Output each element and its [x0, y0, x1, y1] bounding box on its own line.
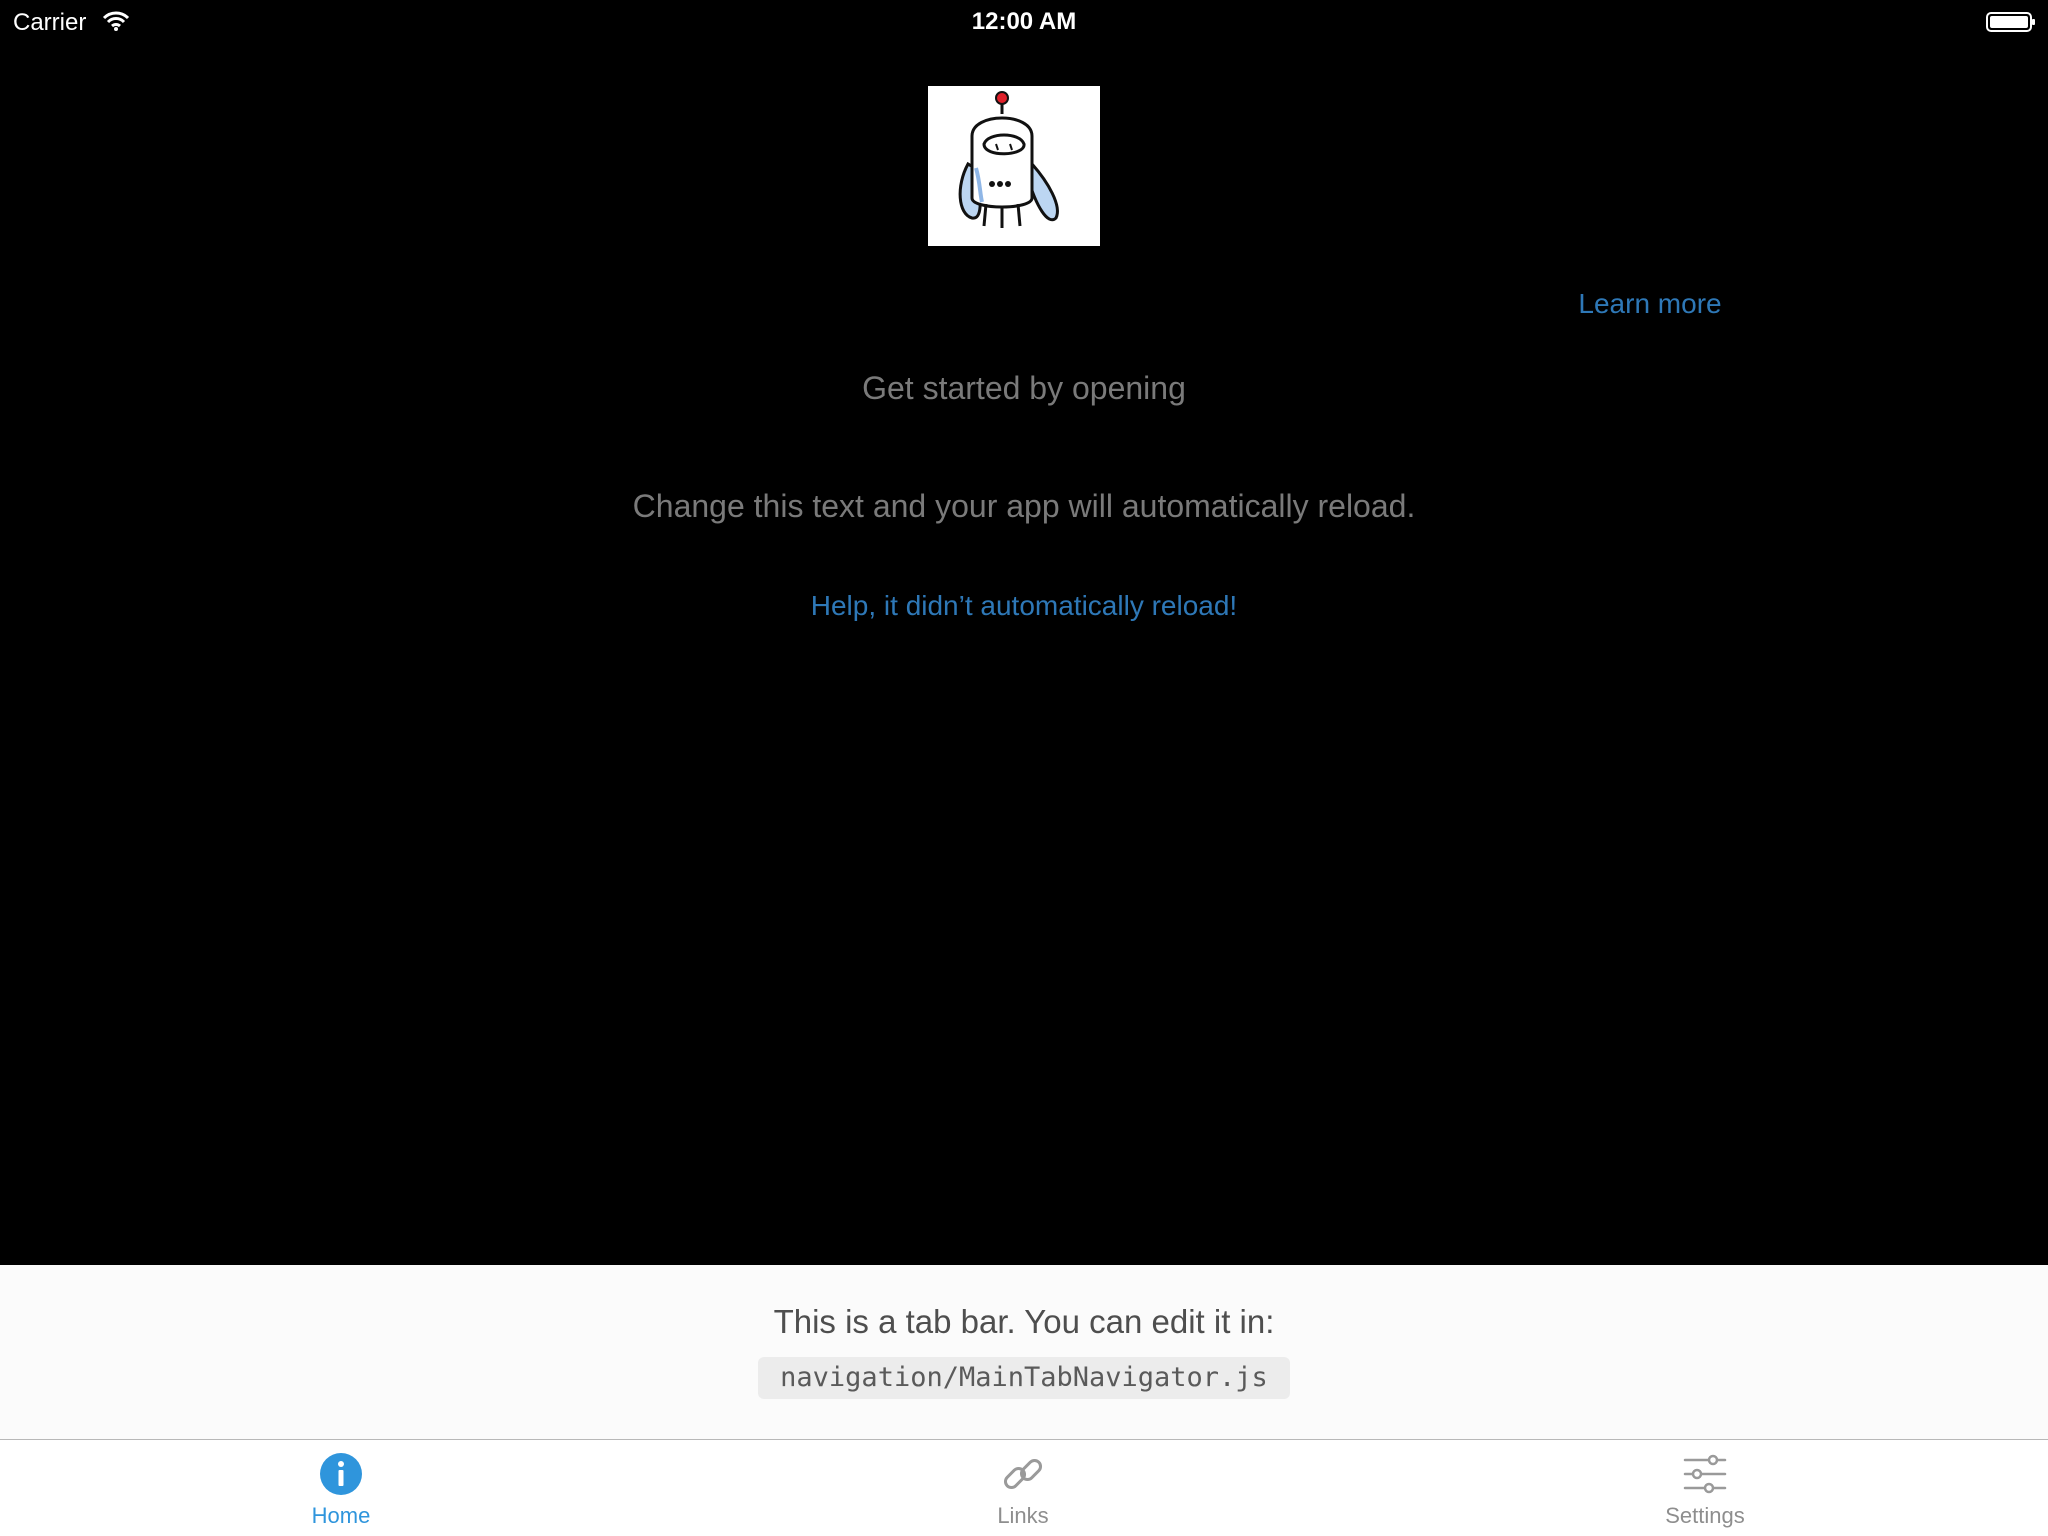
robot-logo — [928, 86, 1100, 246]
sliders-icon — [1683, 1454, 1727, 1494]
app-screen: Carrier 12:00 AM Learn more Get started … — [0, 0, 2048, 1536]
tab-bar-info-text: This is a tab bar. You can edit it in: — [773, 1303, 1275, 1340]
tab-home-label: Home — [311, 1503, 371, 1528]
code-path: navigation/MainTabNavigator.js — [758, 1357, 1290, 1399]
battery-icon — [1986, 12, 2035, 32]
change-text-message: Change this text and your app will autom… — [632, 488, 1416, 524]
tab-home[interactable]: Home — [221, 1440, 461, 1536]
tab-bar: Home Links Settings — [0, 1439, 2048, 1536]
learn-more-link[interactable]: Learn more — [1560, 288, 1740, 320]
robot-logo-art — [958, 91, 1059, 228]
help-reload-link[interactable]: Help, it didn’t automatically reload! — [0, 590, 2048, 622]
info-icon — [320, 1453, 362, 1495]
tab-settings-label: Settings — [1665, 1503, 1745, 1528]
get-started-text: Get started by opening — [862, 370, 1186, 406]
tab-links[interactable]: Links — [903, 1440, 1143, 1536]
status-bar: Carrier 12:00 AM — [0, 0, 2048, 44]
tab-links-label: Links — [997, 1503, 1049, 1528]
tab-bar-info-panel: This is a tab bar. You can edit it in: n… — [0, 1265, 2048, 1439]
link-icon — [1003, 1458, 1043, 1490]
tab-settings[interactable]: Settings — [1585, 1440, 1825, 1536]
status-time: 12:00 AM — [971, 8, 1077, 35]
